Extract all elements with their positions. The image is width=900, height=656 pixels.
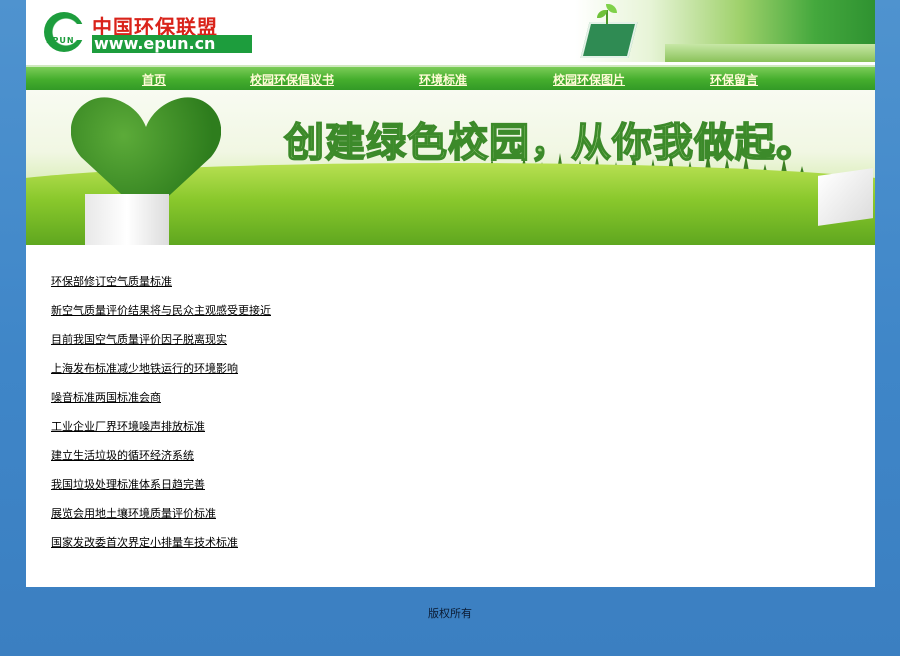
list-item: 工业企业厂界环境噪声排放标准 <box>51 415 271 444</box>
news-link[interactable]: 环保部修订空气质量标准 <box>51 275 172 288</box>
list-item: 环保部修订空气质量标准 <box>51 270 271 299</box>
logo-badge: EPUN <box>46 36 75 45</box>
book-icon <box>580 22 638 58</box>
news-link[interactable]: 新空气质量评价结果将与民众主观感受更接近 <box>51 304 271 317</box>
list-item: 目前我国空气质量评价因子脱离现实 <box>51 328 271 357</box>
news-list: 环保部修订空气质量标准 新空气质量评价结果将与民众主观感受更接近 目前我国空气质… <box>51 270 271 560</box>
nav-guestbook[interactable]: 环保留言 <box>710 71 758 88</box>
site-logo[interactable]: EPUN 中国环保联盟 www.epun.cn <box>44 10 254 56</box>
nav-campus-proposal[interactable]: 校园环保倡议书 <box>250 71 334 88</box>
header: EPUN 中国环保联盟 www.epun.cn <box>26 0 875 62</box>
list-item: 我国垃圾处理标准体系日趋完善 <box>51 473 271 502</box>
list-item: 上海发布标准减少地铁运行的环境影响 <box>51 357 271 386</box>
news-link[interactable]: 展览会用地土壤环境质量评价标准 <box>51 507 216 520</box>
nav-campus-pictures[interactable]: 校园环保图片 <box>553 71 625 88</box>
white-box-decoration <box>818 168 873 226</box>
news-link[interactable]: 目前我国空气质量评价因子脱离现实 <box>51 333 227 346</box>
nav-home[interactable]: 首页 <box>142 71 166 88</box>
news-link[interactable]: 建立生活垃圾的循环经济系统 <box>51 449 194 462</box>
sprout-icon <box>597 2 619 24</box>
list-item: 噪音标准两国标准会商 <box>51 386 271 415</box>
banner-image: 创建绿色校园，从你我做起。 <box>26 90 875 245</box>
page-container: EPUN 中国环保联盟 www.epun.cn 首页 校园环保倡议书 环境标准 … <box>26 0 875 587</box>
grass-decoration <box>665 44 875 62</box>
main-navigation: 首页 校园环保倡议书 环境标准 校园环保图片 环保留言 <box>26 65 875 92</box>
news-link[interactable]: 噪音标准两国标准会商 <box>51 391 161 404</box>
list-item: 新空气质量评价结果将与民众主观感受更接近 <box>51 299 271 328</box>
news-link[interactable]: 工业企业厂界环境噪声排放标准 <box>51 420 205 433</box>
news-link[interactable]: 国家发改委首次界定小排量车技术标准 <box>51 536 238 549</box>
list-item: 建立生活垃圾的循环经济系统 <box>51 444 271 473</box>
logo-c-icon <box>44 12 86 52</box>
logo-url: www.epun.cn <box>92 35 252 53</box>
nav-environment-standards[interactable]: 环境标准 <box>419 71 467 88</box>
list-item: 国家发改委首次界定小排量车技术标准 <box>51 531 271 560</box>
planter-box <box>85 194 169 245</box>
news-link[interactable]: 我国垃圾处理标准体系日趋完善 <box>51 478 205 491</box>
list-item: 展览会用地土壤环境质量评价标准 <box>51 502 271 531</box>
banner-slogan: 创建绿色校园，从你我做起。 <box>283 119 817 167</box>
news-link[interactable]: 上海发布标准减少地铁运行的环境影响 <box>51 362 238 375</box>
header-decoration <box>575 0 875 62</box>
footer-copyright: 版权所有 <box>428 607 472 620</box>
